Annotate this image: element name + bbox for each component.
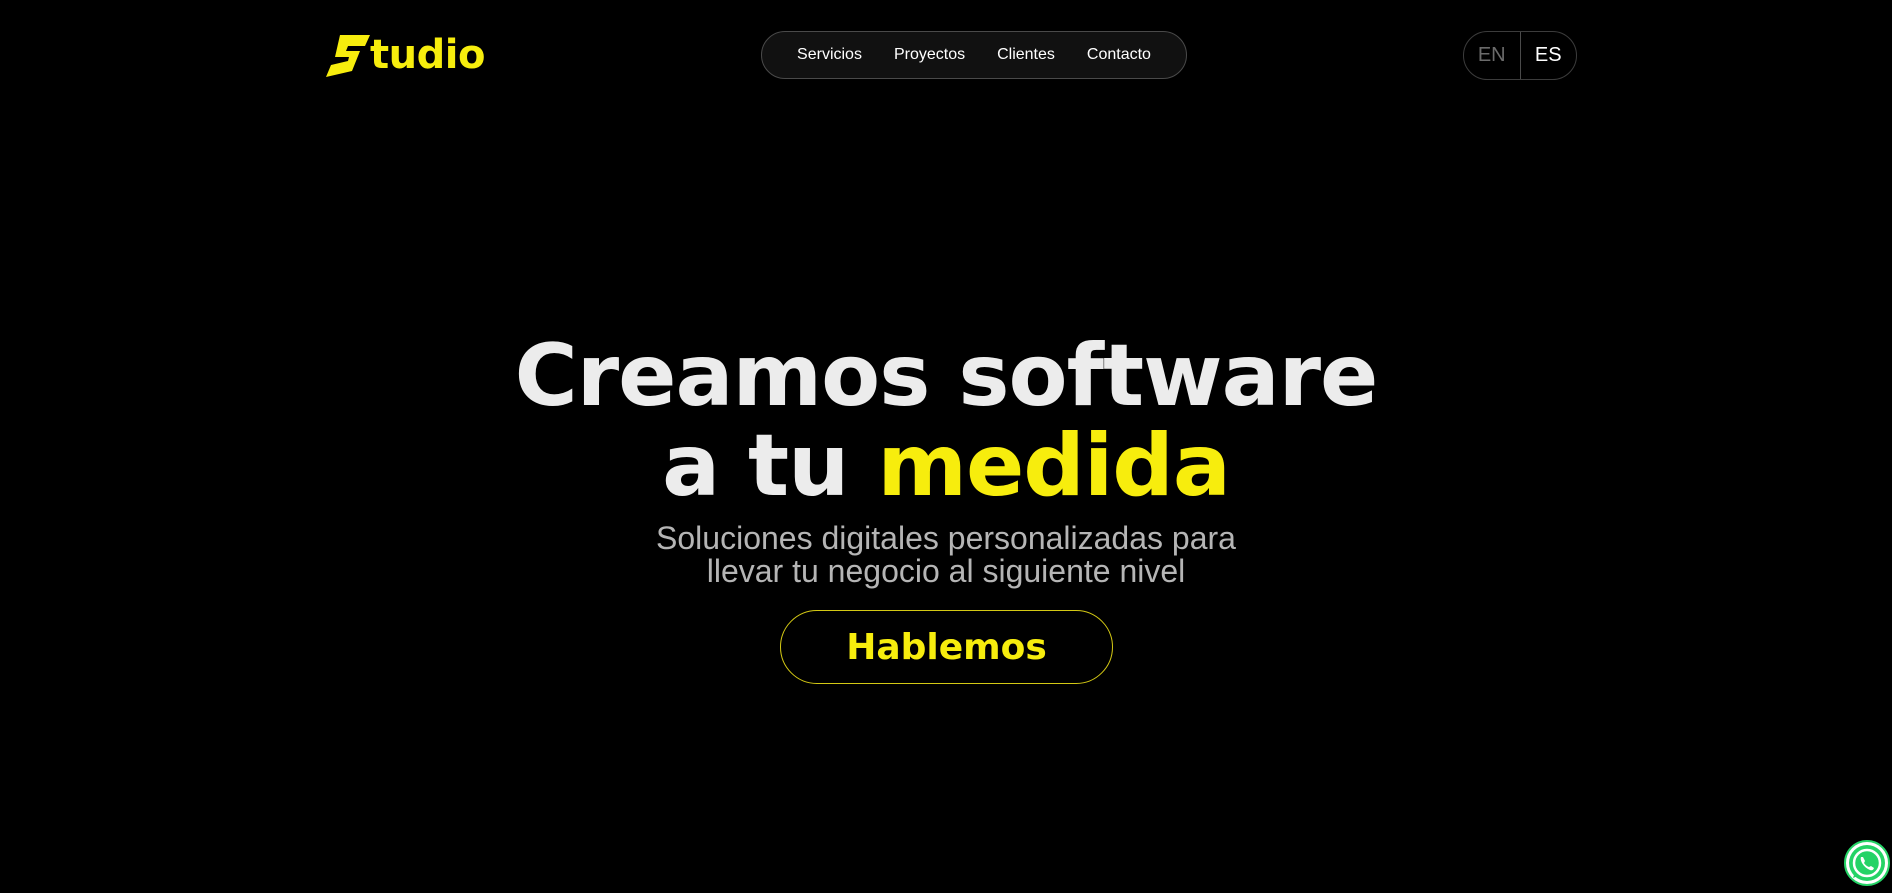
logo-text: tudio — [370, 32, 485, 78]
hero-subtitle-line1: Soluciones digitales personalizadas para — [656, 520, 1236, 556]
logo[interactable]: tudio — [326, 32, 485, 80]
hablemos-button[interactable]: Hablemos — [780, 610, 1113, 684]
hero-title-prefix: a tu — [662, 416, 878, 516]
main-nav: Servicios Proyectos Clientes Contacto — [761, 31, 1187, 79]
language-switcher: EN ES — [1463, 31, 1577, 80]
lang-es-button[interactable]: ES — [1521, 32, 1577, 79]
whatsapp-icon[interactable] — [1843, 839, 1891, 887]
page: tudio Servicios Proyectos Clientes Conta… — [0, 0, 1892, 893]
nav-servicios[interactable]: Servicios — [797, 46, 862, 64]
lang-en-button[interactable]: EN — [1464, 32, 1521, 79]
nav-proyectos[interactable]: Proyectos — [894, 46, 965, 64]
hero-title-line2: a tu medida — [0, 416, 1892, 516]
nav-contacto[interactable]: Contacto — [1087, 46, 1151, 64]
nav-clientes[interactable]: Clientes — [997, 46, 1055, 64]
hero-subtitle-line2: llevar tu negocio al siguiente nivel — [706, 553, 1186, 589]
hero-subtitle: Soluciones digitales personalizadas para… — [0, 522, 1892, 588]
logo-mark-icon — [326, 35, 370, 77]
hero-title-highlight: medida — [877, 416, 1231, 516]
hero-title-line1: Creamos software — [514, 326, 1379, 426]
